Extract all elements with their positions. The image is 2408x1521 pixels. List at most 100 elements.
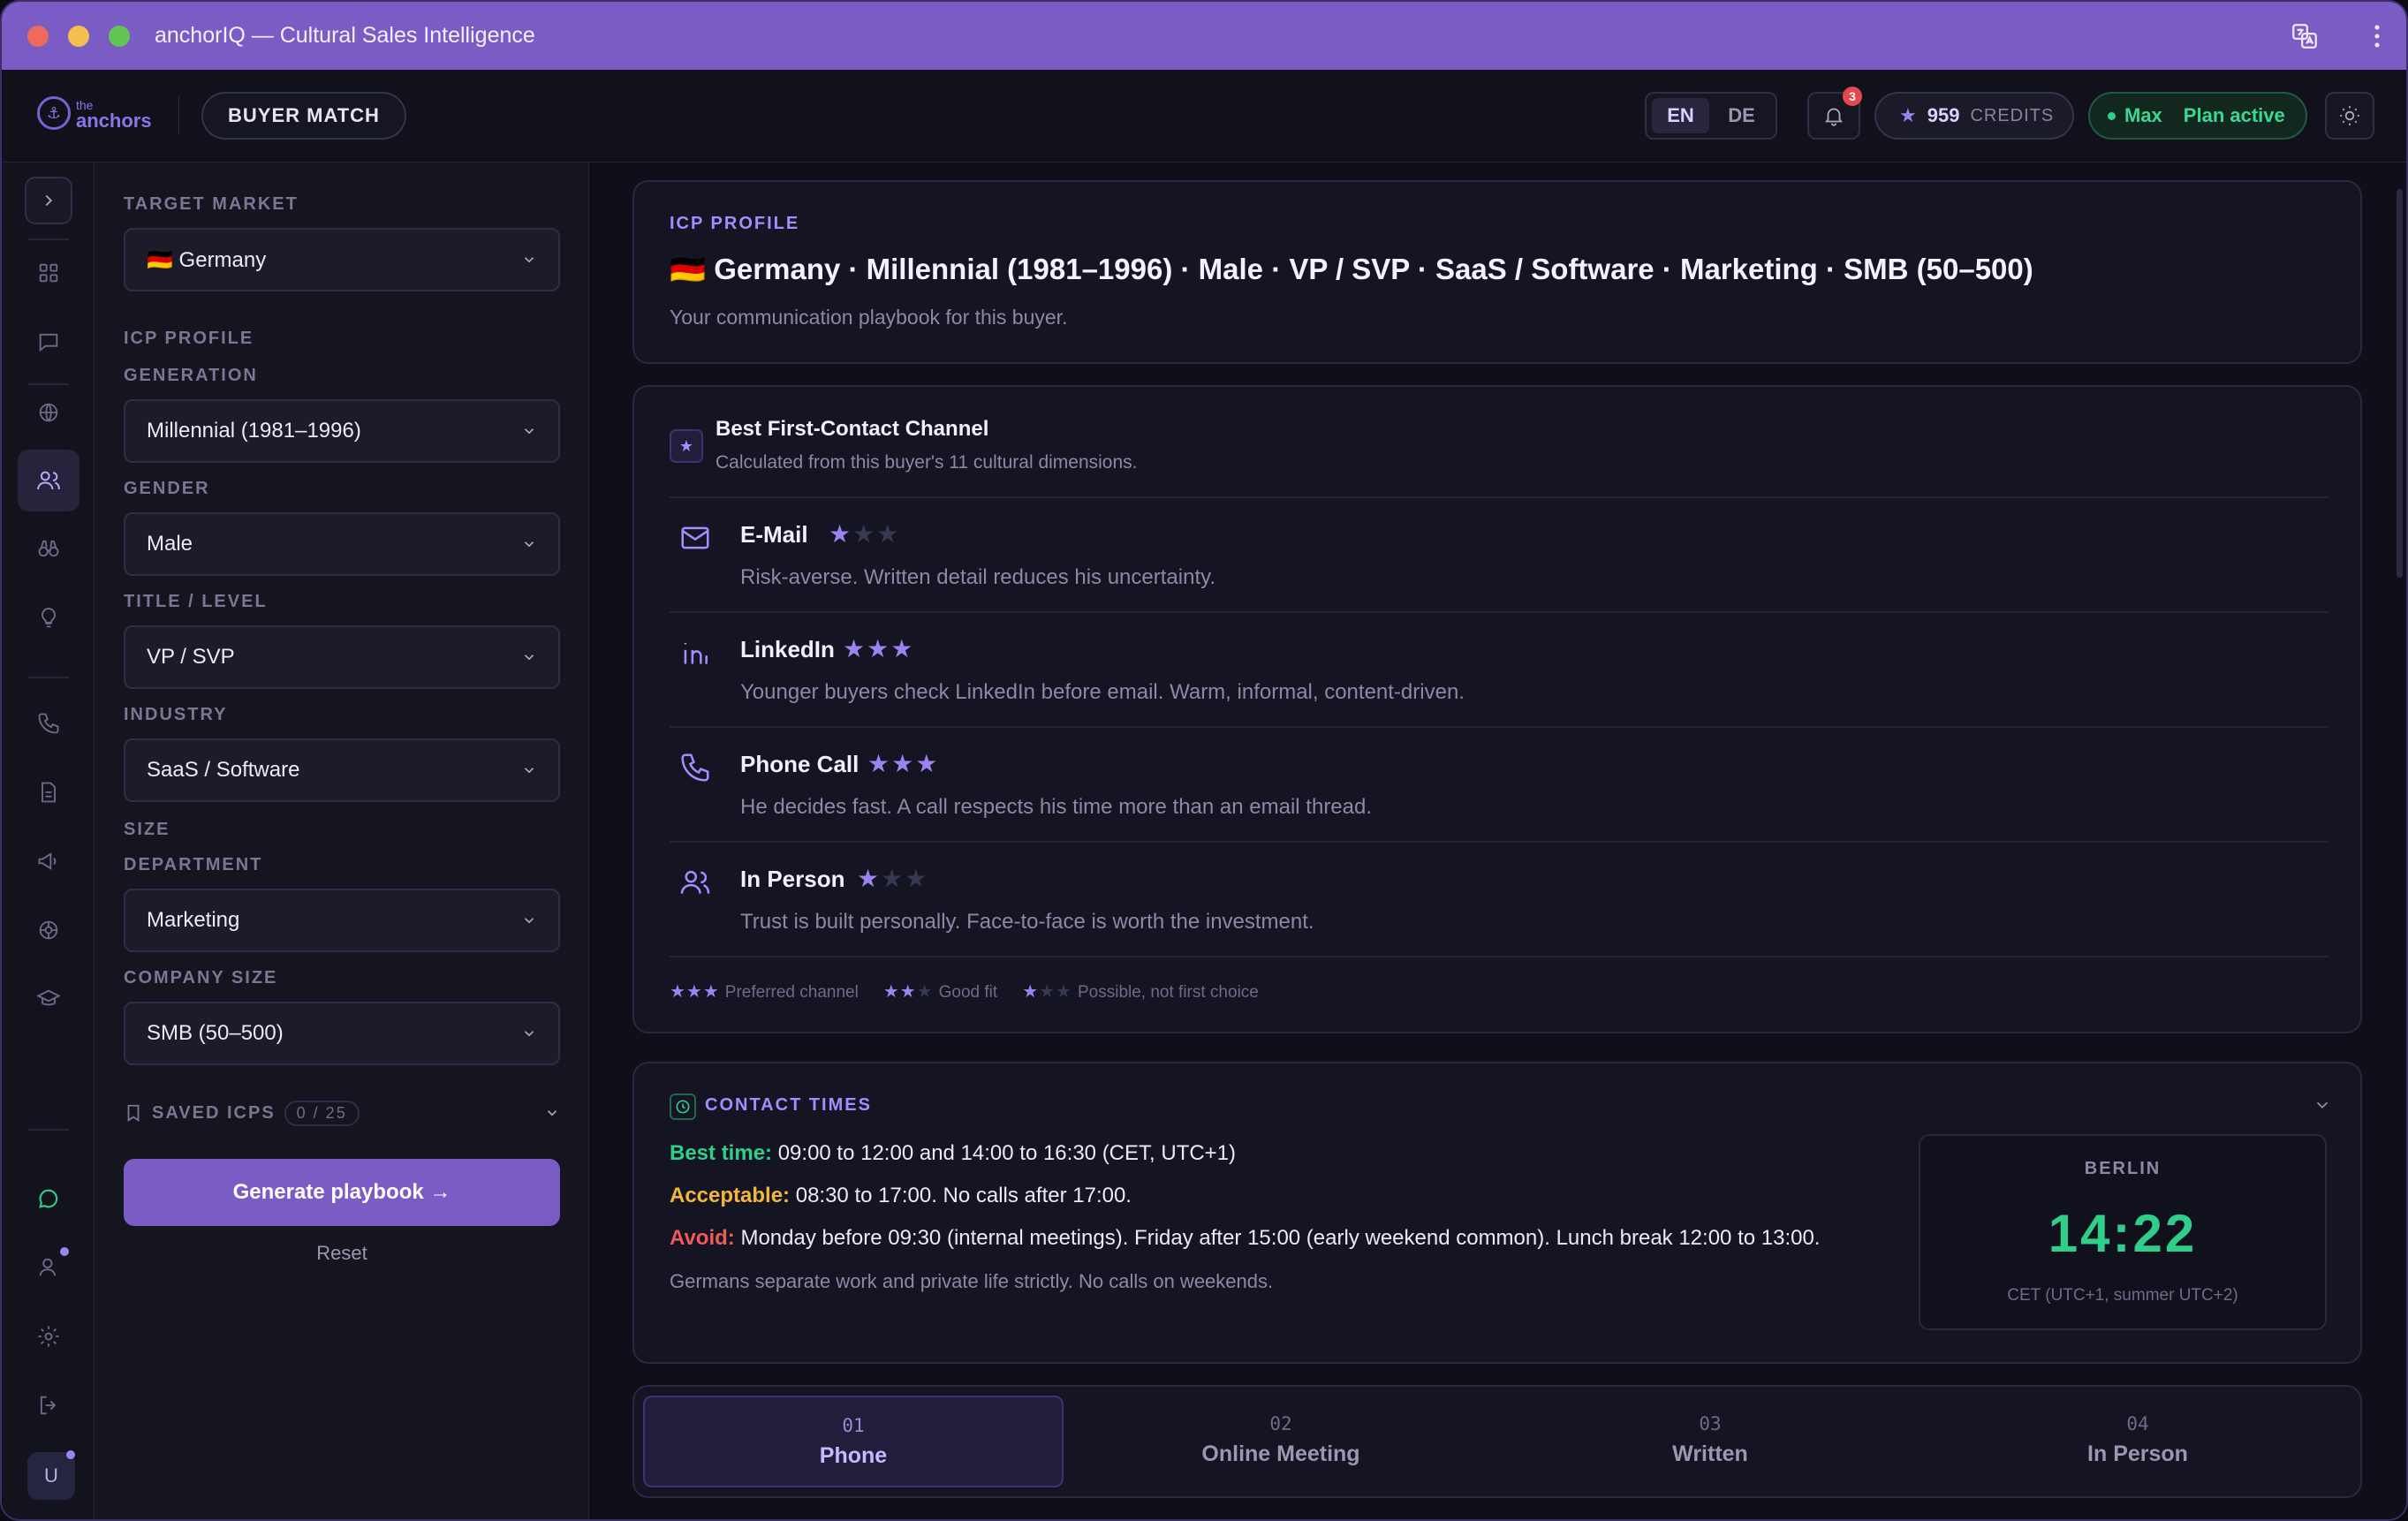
feedback-nav-button[interactable] bbox=[25, 1175, 72, 1222]
icp-sidebar: TARGET MARKET 🇩🇪 Germany ICP PROFILE GEN… bbox=[95, 163, 589, 1519]
buyer-match-nav-button[interactable] bbox=[18, 450, 80, 511]
lightbulb-icon bbox=[42, 608, 56, 628]
plan-status-pill[interactable]: Max Plan active bbox=[2088, 92, 2307, 140]
saved-icps-toggle[interactable]: SAVED ICPS 0 / 25 bbox=[124, 1097, 560, 1129]
plan-name: Max bbox=[2124, 104, 2162, 126]
gender-select[interactable]: Male bbox=[124, 512, 560, 576]
generate-playbook-button[interactable]: Generate playbook → bbox=[124, 1159, 560, 1226]
academy-nav-button[interactable] bbox=[25, 975, 72, 1023]
notifications-button[interactable]: 3 bbox=[1807, 87, 1862, 140]
graduation-cap-icon bbox=[36, 989, 61, 1006]
campaigns-nav-button[interactable] bbox=[25, 837, 72, 885]
binoculars-icon bbox=[38, 540, 59, 557]
department-select[interactable]: Marketing bbox=[124, 889, 560, 952]
chevron-down-icon bbox=[547, 1110, 557, 1116]
theme-toggle-button[interactable] bbox=[2325, 92, 2374, 140]
channel-name: In Person bbox=[740, 866, 845, 892]
documents-nav-button[interactable] bbox=[25, 768, 72, 816]
minimize-window-button[interactable] bbox=[68, 26, 89, 47]
divider bbox=[28, 1129, 69, 1131]
tab-phone[interactable]: 01 Phone bbox=[643, 1396, 1064, 1487]
channel-name: Phone Call bbox=[740, 751, 859, 777]
lifebuoy-icon bbox=[39, 920, 58, 940]
tab-in-person[interactable]: 04 In Person bbox=[1927, 1396, 2348, 1487]
chat-nav-button[interactable] bbox=[25, 318, 72, 366]
chevron-down-icon bbox=[524, 1031, 534, 1037]
playbook-tabs: 01 Phone 02 Online Meeting 03 Written 04… bbox=[632, 1385, 2362, 1498]
online-dot bbox=[66, 1450, 75, 1459]
team-nav-button[interactable] bbox=[25, 1244, 72, 1291]
insights-nav-button[interactable] bbox=[25, 525, 72, 572]
support-nav-button[interactable] bbox=[25, 906, 72, 954]
settings-nav-button[interactable] bbox=[25, 1313, 72, 1360]
saved-icps-count: 0 / 25 bbox=[284, 1100, 360, 1126]
avatar-initial: U bbox=[44, 1464, 58, 1487]
scrollbar[interactable] bbox=[2397, 189, 2403, 578]
icon-rail: U bbox=[2, 163, 95, 1519]
divider bbox=[28, 238, 69, 240]
company-size-select[interactable]: SMB (50–500) bbox=[124, 1002, 560, 1065]
status-dot-icon bbox=[2108, 111, 2116, 120]
credits-pill[interactable]: ★ 959 CREDITS bbox=[1874, 92, 2074, 140]
credits-label: CREDITS bbox=[1970, 105, 2055, 125]
icp-title: 🇩🇪 Germany · Millennial (1981–1996) · Ma… bbox=[670, 253, 2033, 285]
close-window-button[interactable] bbox=[27, 26, 49, 47]
channel-row-in-person: In Person ★★★ Trust is built personally.… bbox=[670, 843, 2328, 956]
channel-description: Risk-averse. Written detail reduces his … bbox=[740, 565, 1215, 589]
lang-de-button[interactable]: DE bbox=[1713, 98, 1770, 133]
dashboard-nav-button[interactable] bbox=[25, 249, 72, 297]
channel-description: He decides fast. A call respects his tim… bbox=[740, 795, 1373, 819]
buyer-match-button[interactable]: BUYER MATCH bbox=[201, 92, 406, 140]
legend-item: ★★★ Good fit bbox=[882, 982, 998, 1002]
calls-nav-button[interactable] bbox=[25, 700, 72, 747]
avatar[interactable]: U bbox=[27, 1450, 75, 1500]
tab-written[interactable]: 03 Written bbox=[1500, 1396, 1920, 1487]
credits-value: 959 bbox=[1927, 104, 1960, 126]
chevron-down-icon bbox=[524, 428, 534, 435]
main-content: ICP PROFILE 🇩🇪 Germany · Millennial (198… bbox=[590, 163, 2406, 1519]
divider bbox=[670, 956, 2328, 957]
target-market-select[interactable]: 🇩🇪 Germany bbox=[124, 228, 560, 291]
more-vertical-icon[interactable] bbox=[2362, 21, 2392, 51]
gender-label: GENDER bbox=[124, 479, 210, 498]
plan-status: Plan active bbox=[2183, 104, 2285, 126]
generation-select[interactable]: Millennial (1981–1996) bbox=[124, 399, 560, 463]
ideas-nav-button[interactable] bbox=[25, 594, 72, 641]
channel-description: Trust is built personally. Face-to-face … bbox=[740, 910, 1314, 934]
chevron-down-icon bbox=[524, 257, 534, 263]
phone-icon bbox=[678, 751, 712, 784]
translate-icon[interactable] bbox=[2290, 21, 2320, 51]
clock-time: 14:22 bbox=[2048, 1204, 2198, 1263]
lang-en-button[interactable]: EN bbox=[1652, 98, 1709, 133]
expand-sidebar-button[interactable] bbox=[25, 177, 72, 224]
chevron-down-icon bbox=[524, 918, 534, 924]
star-icon: ★ bbox=[1899, 104, 1917, 126]
reset-button[interactable]: Reset bbox=[124, 1242, 560, 1265]
icp-subtitle: Your communication playbook for this buy… bbox=[670, 306, 1068, 329]
markets-nav-button[interactable] bbox=[25, 389, 72, 436]
chevron-down-icon bbox=[524, 768, 534, 774]
channel-card-subtitle: Calculated from this buyer's 11 cultural… bbox=[716, 452, 1138, 473]
clock-city: BERLIN bbox=[2084, 1159, 2162, 1178]
notification-badge: 3 bbox=[1843, 87, 1862, 106]
chevron-right-icon bbox=[45, 194, 53, 207]
contact-times-card: CONTACT TIMES Best time: 09:00 to 12:00 … bbox=[632, 1062, 2362, 1364]
channel-row-phone: Phone Call ★★★ He decides fast. A call r… bbox=[670, 728, 2328, 841]
chevron-down-icon bbox=[524, 541, 534, 548]
logout-button[interactable] bbox=[25, 1381, 72, 1429]
title-level-select[interactable]: VP / SVP bbox=[124, 625, 560, 689]
title-level-label: TITLE / LEVEL bbox=[124, 592, 268, 611]
size-label: SIZE bbox=[124, 820, 170, 839]
logo[interactable]: ⚓ the anchors bbox=[37, 96, 152, 131]
channel-rating: ★★★ bbox=[867, 750, 940, 777]
industry-select[interactable]: SaaS / Software bbox=[124, 738, 560, 802]
sun-icon bbox=[2340, 106, 2359, 125]
channel-rating: ★★★ bbox=[857, 865, 929, 892]
collapse-toggle[interactable] bbox=[2313, 1095, 2332, 1115]
gear-icon bbox=[38, 1326, 59, 1347]
avoid-time-line: Avoid: Monday before 09:30 (internal mee… bbox=[670, 1226, 1821, 1250]
tab-online-meeting[interactable]: 02 Online Meeting bbox=[1071, 1396, 1491, 1487]
maximize-window-button[interactable] bbox=[109, 26, 130, 47]
icp-profile-label: ICP PROFILE bbox=[670, 214, 800, 233]
channel-description: Younger buyers check LinkedIn before ema… bbox=[740, 680, 1465, 704]
